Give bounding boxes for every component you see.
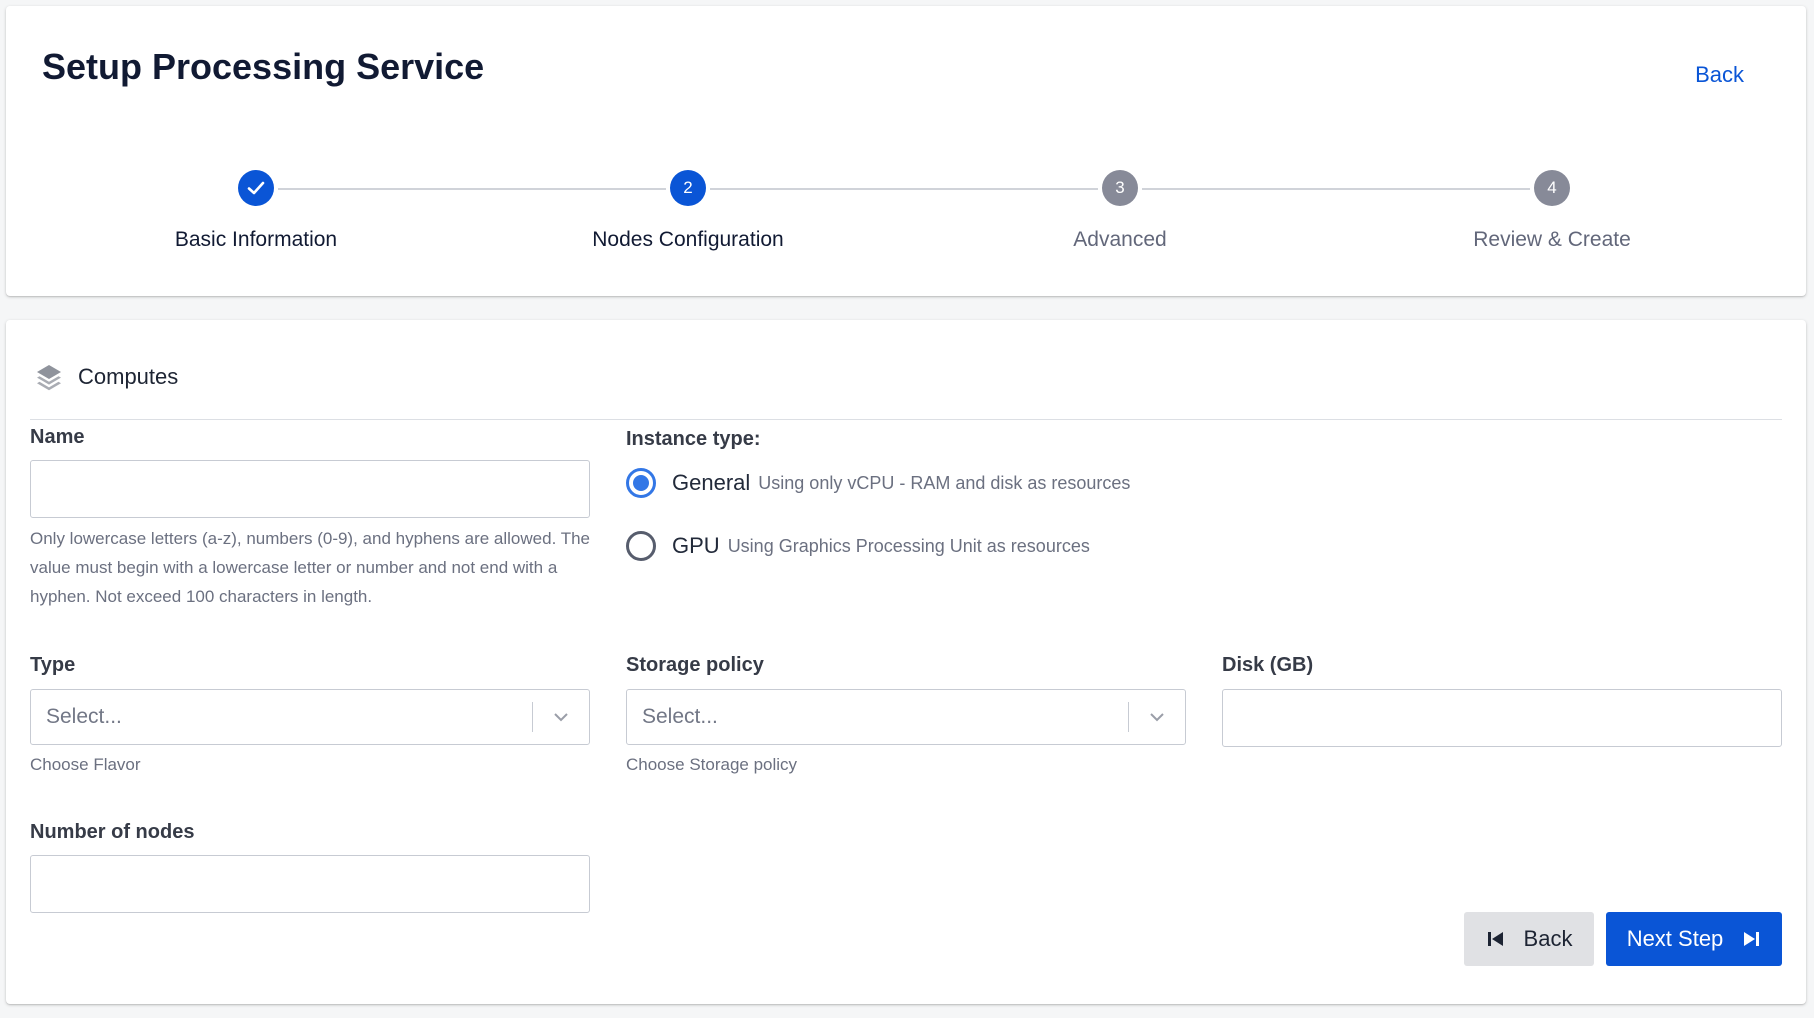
type-label: Type [30, 654, 76, 676]
name-help-text: Only lowercase letters (a-z), numbers (0… [30, 529, 590, 606]
next-step-button-label: Next Step [1626, 926, 1724, 951]
radio-gpu-description: Using Graphics Processing Unit as resour… [727, 535, 1090, 556]
storage-policy-help-text: Choose Storage policy [626, 755, 798, 774]
step-2-label: Nodes Configuration [592, 228, 784, 251]
back-button[interactable]: Back [1464, 912, 1594, 966]
radio-option-gpu[interactable]: GPU Using Graphics Processing Unit as re… [626, 531, 1090, 561]
radio-general[interactable] [626, 468, 656, 498]
radio-option-general[interactable]: General Using only vCPU - RAM and disk a… [626, 468, 1130, 498]
header-back-link[interactable]: Back [1695, 62, 1744, 88]
skip-previous-icon [1487, 932, 1503, 946]
storage-policy-select[interactable]: Select... [626, 689, 1186, 745]
disk-label: Disk (GB) [1222, 654, 1314, 676]
back-button-label: Back [1523, 926, 1573, 951]
name-label: Name [30, 426, 85, 448]
instance-type-label: Instance type: [626, 428, 761, 450]
step-2-circle: 2 [670, 170, 706, 206]
skip-next-icon [1744, 932, 1760, 946]
storage-policy-placeholder: Select... [642, 705, 718, 728]
section-divider [30, 419, 1782, 420]
nodes-input[interactable] [30, 855, 590, 913]
storage-policy-label: Storage policy [626, 654, 764, 676]
check-icon [247, 181, 265, 195]
type-select[interactable]: Select... [30, 689, 590, 745]
section-title: Computes [78, 364, 179, 389]
step-nodes-configuration[interactable]: 2 Nodes Configuration [538, 170, 838, 252]
chevron-down-icon[interactable] [533, 689, 589, 745]
step-3-circle: 3 [1102, 170, 1138, 206]
step-4-circle: 4 [1534, 170, 1570, 206]
disk-input[interactable] [1222, 689, 1782, 747]
wizard-stepper: Basic Information 2 Nodes Configuration … [6, 170, 1806, 270]
wizard-header-card: Setup Processing Service Back Basic Info… [6, 6, 1806, 296]
type-select-placeholder: Select... [46, 705, 122, 728]
name-input[interactable] [30, 460, 590, 518]
step-basic-information[interactable]: Basic Information [106, 170, 406, 252]
computes-section-header: Computes [34, 362, 178, 392]
next-step-button[interactable]: Next Step [1606, 912, 1782, 966]
step-1-circle [238, 170, 274, 206]
radio-general-description: Using only vCPU - RAM and disk as resour… [758, 472, 1131, 493]
step-3-label: Advanced [1073, 228, 1167, 251]
radio-general-title: General [672, 470, 751, 495]
layers-icon [37, 365, 61, 391]
page-title: Setup Processing Service [42, 46, 485, 87]
chevron-down-icon[interactable] [1129, 689, 1185, 745]
step-1-label: Basic Information [174, 228, 338, 251]
computes-form-card: Computes Name Only lowercase letters (a-… [6, 320, 1806, 1004]
type-help-text: Choose Flavor [30, 755, 141, 774]
nodes-label: Number of nodes [30, 821, 195, 843]
radio-gpu[interactable] [626, 531, 656, 561]
step-advanced[interactable]: 3 Advanced [970, 170, 1270, 252]
radio-gpu-title: GPU [672, 533, 720, 558]
step-review-create[interactable]: 4 Review & Create [1402, 170, 1702, 252]
step-4-label: Review & Create [1473, 228, 1631, 251]
